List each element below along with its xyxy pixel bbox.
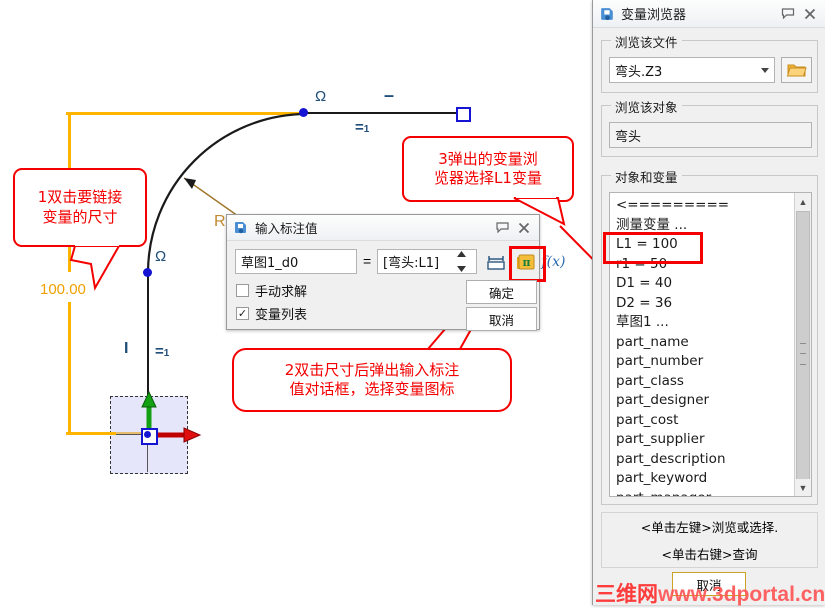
variable-browser-panel[interactable]: 变量浏览器 浏览该文件 弯头.Z3 浏览该对象 弯头 对象和变量 <======… bbox=[592, 0, 825, 605]
object-field[interactable]: 弯头 bbox=[609, 122, 812, 148]
constraint-equal-bottom-index: 1 bbox=[164, 348, 170, 359]
watermark-part2: www.3dportal.cn bbox=[658, 583, 825, 606]
sketch-point-line-end[interactable] bbox=[456, 107, 471, 122]
objects-variables-group-label: 对象和变量 bbox=[611, 167, 682, 186]
help-balloon-icon[interactable] bbox=[777, 4, 799, 24]
sketch-point-arc-bottom[interactable] bbox=[143, 268, 152, 277]
variables-listbox-scrollbar[interactable]: ▲ ▼ bbox=[794, 193, 811, 496]
constraint-vertical: I bbox=[124, 340, 128, 358]
dimension-icon-button[interactable] bbox=[483, 250, 508, 273]
chevron-down-icon[interactable] bbox=[761, 68, 769, 73]
constraint-equal-top: =1 bbox=[355, 119, 369, 136]
constraint-coincident-bottom: Ω bbox=[155, 248, 166, 265]
annotation-step1: 1双击要链接 变量的尺寸 bbox=[13, 168, 147, 247]
browse-file-group-label: 浏览该文件 bbox=[611, 32, 682, 51]
variable-list-item[interactable]: D2 = 36 bbox=[610, 294, 811, 314]
file-combobox[interactable]: 弯头.Z3 bbox=[609, 57, 775, 83]
browse-object-group-label: 浏览该对象 bbox=[611, 97, 682, 116]
variable-browser-title: 变量浏览器 bbox=[621, 4, 777, 23]
variable-browser-titlebar[interactable]: 变量浏览器 bbox=[593, 0, 825, 28]
dimension-name-value: 草图1_d0 bbox=[241, 252, 298, 271]
variable-list-item[interactable]: part_name bbox=[610, 333, 811, 353]
variable-list-item[interactable]: part_number bbox=[610, 352, 811, 372]
annotation-step1-tail bbox=[69, 244, 139, 294]
variable-list-item[interactable]: 草图1 ... bbox=[610, 313, 811, 333]
manual-solve-checkbox-row[interactable]: 手动求解 bbox=[236, 281, 307, 300]
l1-variable-highlight bbox=[603, 232, 703, 264]
help-balloon-icon[interactable] bbox=[491, 218, 513, 238]
constraint-horizontal: – bbox=[384, 85, 394, 106]
cancel-button-label: 取消 bbox=[489, 310, 514, 329]
scroll-up-icon[interactable]: ▲ bbox=[795, 193, 811, 210]
annotation-step1-bubble: 1双击要链接 变量的尺寸 bbox=[13, 168, 147, 247]
variable-list-item[interactable]: D1 = 40 bbox=[610, 274, 811, 294]
watermark-part1: 三维网 bbox=[595, 583, 658, 606]
annotation-step3-bubble: 3弹出的变量浏 览器选择L1变量 bbox=[402, 136, 574, 202]
constraint-equal-bottom: =1 bbox=[155, 343, 169, 360]
annotation-step2-bubble: 2双击尺寸后弹出输入标注 值对话框，选择变量图标 bbox=[232, 348, 512, 412]
dimension-icon bbox=[487, 254, 505, 270]
spinner-up-icon[interactable] bbox=[457, 251, 466, 257]
manual-solve-label: 手动求解 bbox=[255, 281, 307, 300]
variable-list-item[interactable]: <========= bbox=[610, 196, 811, 216]
variable-list-item[interactable]: part_keyword bbox=[610, 469, 811, 489]
scroll-down-icon[interactable]: ▼ bbox=[795, 479, 811, 496]
variable-list-item[interactable]: part_cost bbox=[610, 411, 811, 431]
folder-open-icon bbox=[787, 62, 807, 78]
variable-list-label: 变量列表 bbox=[255, 304, 307, 323]
input-dimension-value-dialog[interactable]: 输入标注值 草图1_d0 = [弯头:L1] π f bbox=[226, 214, 540, 330]
object-field-value: 弯头 bbox=[615, 126, 641, 145]
variable-list-item[interactable]: part_designer bbox=[610, 391, 811, 411]
close-icon[interactable] bbox=[513, 218, 535, 238]
annotation-step1-text: 1双击要链接 变量的尺寸 bbox=[38, 188, 123, 226]
annotation-step3-text: 3弹出的变量浏 览器选择L1变量 bbox=[434, 150, 542, 188]
dimension-tick-origin bbox=[66, 432, 116, 435]
constraint-equal-top-index: 1 bbox=[364, 124, 370, 135]
equals-sign: = bbox=[363, 253, 371, 269]
value-dialog-titlebar[interactable]: 输入标注值 bbox=[227, 215, 539, 241]
manual-solve-checkbox[interactable] bbox=[236, 284, 249, 297]
variable-list-item[interactable]: part_class bbox=[610, 372, 811, 392]
spinner-down-icon[interactable] bbox=[457, 266, 466, 272]
annotation-step2: 2双击尺寸后弹出输入标注 值对话框，选择变量图标 bbox=[232, 348, 512, 412]
browse-file-button[interactable] bbox=[781, 57, 812, 83]
cancel-button[interactable]: 取消 bbox=[466, 307, 537, 331]
annotation-step3: 3弹出的变量浏 览器选择L1变量 bbox=[402, 136, 574, 202]
ok-button-label: 确定 bbox=[489, 283, 514, 302]
variable-icon-highlight bbox=[509, 246, 546, 282]
variable-list-item[interactable]: part_manager bbox=[610, 489, 811, 498]
dimension-name-input[interactable]: 草图1_d0 bbox=[235, 249, 357, 274]
ok-button[interactable]: 确定 bbox=[466, 280, 537, 304]
annotation-step2-text: 2双击尺寸后弹出输入标注 值对话框，选择变量图标 bbox=[285, 361, 460, 399]
constraint-coincident-top: Ω bbox=[315, 88, 326, 105]
expression-spinner[interactable] bbox=[453, 251, 469, 272]
origin-point-dot bbox=[144, 431, 151, 438]
app-icon bbox=[599, 6, 615, 22]
variable-list-item[interactable]: part_supplier bbox=[610, 430, 811, 450]
variable-list-item[interactable]: part_description bbox=[610, 450, 811, 470]
file-combobox-value: 弯头.Z3 bbox=[615, 61, 662, 80]
close-icon[interactable] bbox=[799, 4, 821, 24]
constraint-equal-top-symbol: = bbox=[355, 119, 364, 136]
sketch-horizontal-line[interactable] bbox=[303, 112, 461, 114]
app-icon bbox=[233, 220, 249, 236]
scrollbar-thumb[interactable] bbox=[796, 211, 810, 485]
dimension-line-lower bbox=[68, 302, 71, 434]
variable-list-checkbox[interactable]: ✓ bbox=[236, 307, 249, 320]
hint-right-click: <单击右键>查询 bbox=[662, 544, 758, 563]
value-dialog-title: 输入标注值 bbox=[255, 218, 491, 237]
hints-box: <单击左键>浏览或选择. <单击右键>查询 bbox=[601, 512, 818, 568]
radius-label: R bbox=[214, 213, 226, 231]
sketch-point-arc-top[interactable] bbox=[299, 108, 308, 117]
constraint-equal-bottom-symbol: = bbox=[155, 343, 164, 360]
site-watermark: 三维网www.3dportal.cn bbox=[595, 578, 825, 608]
hint-left-click: <单击左键>浏览或选择. bbox=[641, 517, 778, 536]
variable-list-checkbox-row[interactable]: ✓ 变量列表 bbox=[236, 304, 307, 323]
dimension-expression-value: [弯头:L1] bbox=[383, 252, 439, 271]
